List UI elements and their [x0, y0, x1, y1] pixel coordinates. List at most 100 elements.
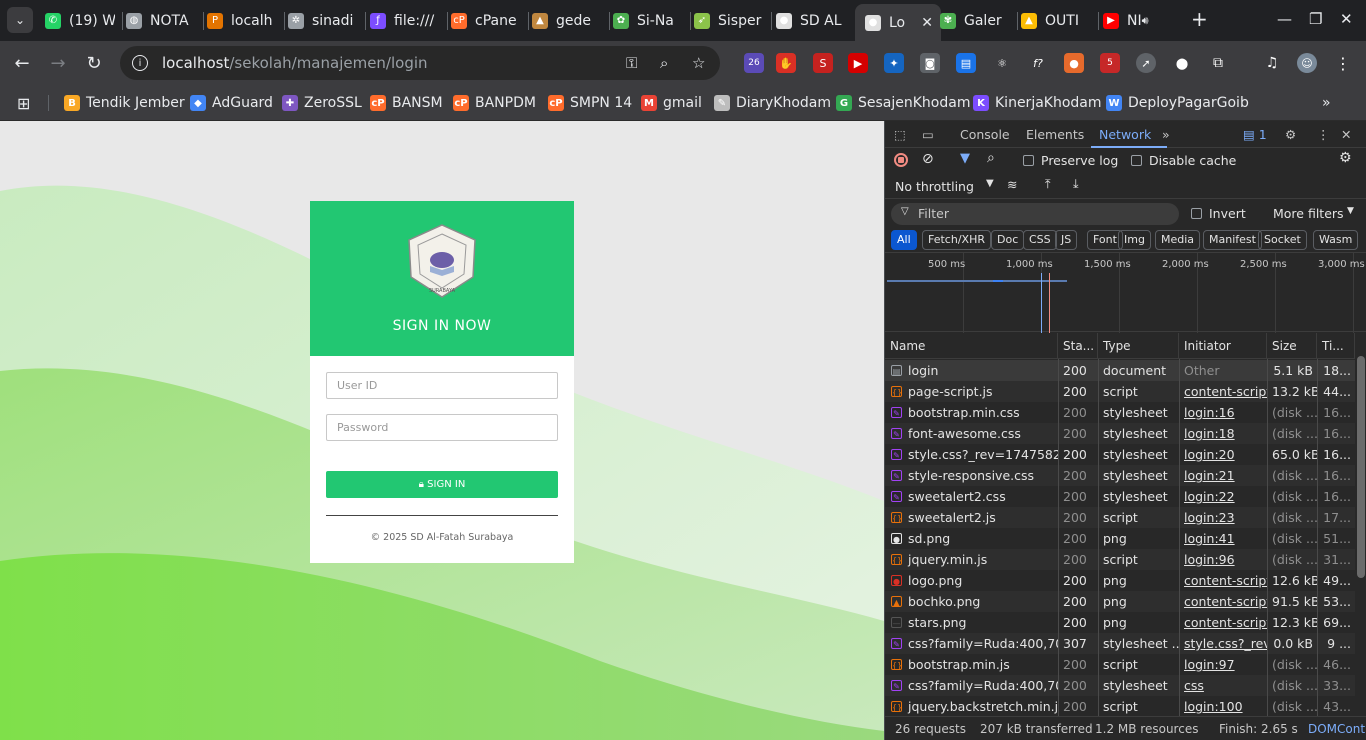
password-key-icon[interactable]: ⚿: [626, 54, 637, 72]
request-row[interactable]: bootstrap.min.css 200 stylesheet login:16 (d…: [885, 402, 1355, 423]
type-filter-chip[interactable]: All: [891, 230, 917, 250]
column-header[interactable]: Initiator: [1179, 333, 1267, 359]
request-row[interactable]: css?family=Ruda:400,70... 200 stylesheet cs…: [885, 675, 1355, 696]
extensions-puzzle-icon[interactable]: ⧉: [1208, 53, 1228, 73]
request-row[interactable]: stars.png 200 png content-scripts 12.3 kB 69.…: [885, 612, 1355, 633]
browser-tab[interactable]: ▲ OUTI: [1021, 4, 1091, 37]
request-row[interactable]: jquery.backstretch.min.js 200 script login:…: [885, 696, 1355, 717]
tab-search-button[interactable]: ⌄: [7, 7, 33, 33]
bookmark-item[interactable]: ◆ AdGuard: [190, 91, 273, 115]
request-row[interactable]: page-script.js 200 script content-script...…: [885, 381, 1355, 402]
clear-icon[interactable]: ⊘: [922, 151, 934, 167]
bookmark-item[interactable]: ✚ ZeroSSL: [282, 91, 362, 115]
extension-shield-icon[interactable]: S: [813, 53, 833, 73]
type-filter-chip[interactable]: Media: [1155, 230, 1201, 250]
browser-tab[interactable]: Plocalh: [207, 4, 277, 37]
type-filter-chip[interactable]: CSS: [1023, 230, 1057, 250]
cell-initiator[interactable]: login:100: [1179, 696, 1267, 717]
tab-elements[interactable]: Elements: [1026, 127, 1084, 142]
browser-tab[interactable]: ✿ Si-Na: [613, 4, 683, 37]
filter-input[interactable]: ▽ Filter: [891, 203, 1179, 225]
password-input[interactable]: Password: [326, 414, 558, 441]
request-row[interactable]: css?family=Ruda:400,70... 307 stylesheet .…: [885, 633, 1355, 654]
browser-tab[interactable]: ✲ sinadi: [288, 4, 358, 37]
column-header[interactable]: Name: [885, 333, 1058, 359]
browser-tab[interactable]: cP cPane: [451, 4, 521, 37]
type-filter-chip[interactable]: Socket: [1258, 230, 1307, 250]
close-window-button[interactable]: ✕: [1340, 10, 1353, 28]
browser-tab[interactable]: ✆ (19) W: [45, 4, 115, 37]
more-tabs-icon[interactable]: »: [1162, 127, 1170, 142]
extension-react-icon[interactable]: ⚛: [992, 53, 1012, 73]
cell-initiator[interactable]: login:22: [1179, 486, 1267, 507]
bookmark-item[interactable]: cP BANSM: [370, 91, 443, 115]
cell-initiator[interactable]: login:41: [1179, 528, 1267, 549]
address-bar[interactable]: i localhost/sekolah/manajemen/login ⚿ ⌕ …: [120, 46, 720, 80]
reload-button[interactable]: ↻: [82, 51, 106, 75]
new-tab-button[interactable]: +: [1191, 7, 1208, 31]
extension-docs-icon[interactable]: ▤: [956, 53, 976, 73]
cell-initiator[interactable]: content-scripts: [1179, 612, 1267, 633]
type-filter-chip[interactable]: JS: [1055, 230, 1078, 250]
cell-initiator[interactable]: login:21: [1179, 465, 1267, 486]
extension-formula-icon[interactable]: f?: [1028, 53, 1048, 73]
bookmark-item[interactable]: ✎ DiaryKhodam: [714, 91, 831, 115]
bookmark-star-icon[interactable]: ☆: [692, 54, 705, 72]
column-header[interactable]: Ti...: [1317, 333, 1355, 359]
bookmark-item[interactable]: G SesajenKhodam: [836, 91, 970, 115]
cell-initiator[interactable]: css: [1179, 675, 1267, 696]
zoom-icon[interactable]: ⌕: [660, 54, 668, 72]
extension-translate-icon[interactable]: ✦: [884, 53, 904, 73]
extension-arrow-icon[interactable]: ➚: [1136, 53, 1156, 73]
sign-in-button[interactable]: 🔒︎ SIGN IN: [326, 471, 558, 498]
more-filters-button[interactable]: More filters: [1273, 206, 1344, 221]
bookmark-item[interactable]: cP BANPDM: [453, 91, 536, 115]
request-row[interactable]: login 200 document Other 5.1 kB 18... ▤: [885, 360, 1355, 381]
column-header[interactable]: Sta...: [1058, 333, 1098, 359]
media-controls-icon[interactable]: ♫: [1262, 53, 1282, 73]
invert-checkbox[interactable]: [1191, 208, 1202, 219]
column-header[interactable]: Type: [1098, 333, 1179, 359]
throttling-select[interactable]: No throttling: [895, 179, 974, 194]
extension-camera-icon[interactable]: ◙: [920, 53, 940, 73]
request-row[interactable]: sd.png 200 png login:41 (disk ... 51... ●: [885, 528, 1355, 549]
cell-initiator[interactable]: login:96: [1179, 549, 1267, 570]
browser-menu-icon[interactable]: ⋮: [1333, 53, 1353, 73]
browser-tab[interactable]: ▶ NI 🔊︎: [1103, 4, 1163, 37]
record-icon[interactable]: [894, 153, 908, 167]
inspect-element-icon[interactable]: ⬚: [894, 127, 906, 142]
network-conditions-icon[interactable]: ≋: [1007, 177, 1017, 192]
request-row[interactable]: font-awesome.css 200 stylesheet login:18 (di…: [885, 423, 1355, 444]
tab-network[interactable]: Network: [1099, 127, 1151, 142]
type-filter-chip[interactable]: Doc: [991, 230, 1025, 250]
device-toolbar-icon[interactable]: ▭: [922, 127, 934, 142]
network-settings-icon[interactable]: ⚙: [1339, 150, 1352, 166]
type-filter-chip[interactable]: Img: [1118, 230, 1151, 250]
bookmark-item[interactable]: Mgmail: [641, 91, 702, 115]
request-row[interactable]: bootstrap.min.js 200 script login:97 (disk .…: [885, 654, 1355, 675]
profile-avatar[interactable]: ☺: [1297, 53, 1317, 73]
browser-tab[interactable]: ➶ Sisper: [694, 4, 764, 37]
import-har-icon[interactable]: ⤒: [1045, 176, 1051, 192]
search-icon[interactable]: ⌕: [987, 150, 995, 166]
browser-tab[interactable]: ▲ gede: [532, 4, 602, 37]
browser-tab[interactable]: ◍ NOTA: [126, 4, 196, 37]
minimize-button[interactable]: —: [1277, 10, 1292, 28]
extension-media-icon[interactable]: ▶: [848, 53, 868, 73]
bookmarks-overflow-icon[interactable]: »: [1322, 91, 1331, 115]
request-row[interactable]: style.css?_rev=1747582... 200 stylesheet lo…: [885, 444, 1355, 465]
bookmark-item[interactable]: B Tendik Jember: [64, 91, 185, 115]
cell-initiator[interactable]: content-scripts: [1179, 591, 1267, 612]
disable-cache-checkbox[interactable]: [1131, 155, 1142, 166]
user-id-input[interactable]: User ID: [326, 372, 558, 399]
browser-tab[interactable]: ● SD AL: [776, 4, 846, 37]
cell-initiator[interactable]: login:16: [1179, 402, 1267, 423]
request-row[interactable]: style-responsive.css 200 stylesheet login:2…: [885, 465, 1355, 486]
type-filter-chip[interactable]: Wasm: [1313, 230, 1359, 250]
bookmark-item[interactable]: K KinerjaKhodam: [973, 91, 1102, 115]
cell-initiator[interactable]: login:18: [1179, 423, 1267, 444]
bookmark-item[interactable]: W DeployPagarGoib: [1106, 91, 1249, 115]
extension-ublock-icon[interactable]: 5: [1100, 53, 1120, 73]
back-button[interactable]: ←: [10, 51, 34, 75]
bookmark-item[interactable]: cP SMPN 14: [548, 91, 632, 115]
